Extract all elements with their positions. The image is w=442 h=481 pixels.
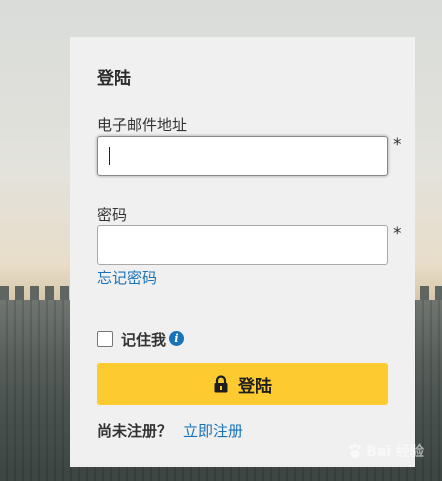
- login-title: 登陆: [97, 69, 131, 89]
- login-button[interactable]: 登陆: [97, 363, 388, 405]
- info-icon[interactable]: i: [169, 331, 184, 346]
- email-required-mark: *: [393, 135, 402, 155]
- remember-me-checkbox[interactable]: [97, 331, 113, 347]
- forgot-password-link[interactable]: 忘记密码: [97, 267, 157, 288]
- baidu-paw-icon: [349, 443, 362, 458]
- password-required-mark: *: [393, 224, 402, 244]
- email-label: 电子邮件地址: [97, 116, 188, 134]
- password-label: 密码: [97, 206, 128, 224]
- login-button-label: 登陆: [238, 376, 272, 396]
- remember-me-label: 记住我: [121, 331, 167, 349]
- no-account-text: 尚未注册？: [97, 422, 173, 440]
- watermark-text: Bai 经验: [366, 444, 424, 460]
- password-field[interactable]: [97, 225, 388, 265]
- register-link[interactable]: 立即注册: [183, 420, 243, 441]
- lock-icon: [214, 375, 228, 393]
- email-field[interactable]: [97, 136, 388, 176]
- text-caret: [109, 147, 110, 165]
- login-card: 登陆 电子邮件地址 * 密码 * 忘记密码 记住我 i 登陆 尚未注册？ 立即注…: [70, 37, 415, 467]
- baidu-watermark: Bai 经验: [346, 441, 424, 461]
